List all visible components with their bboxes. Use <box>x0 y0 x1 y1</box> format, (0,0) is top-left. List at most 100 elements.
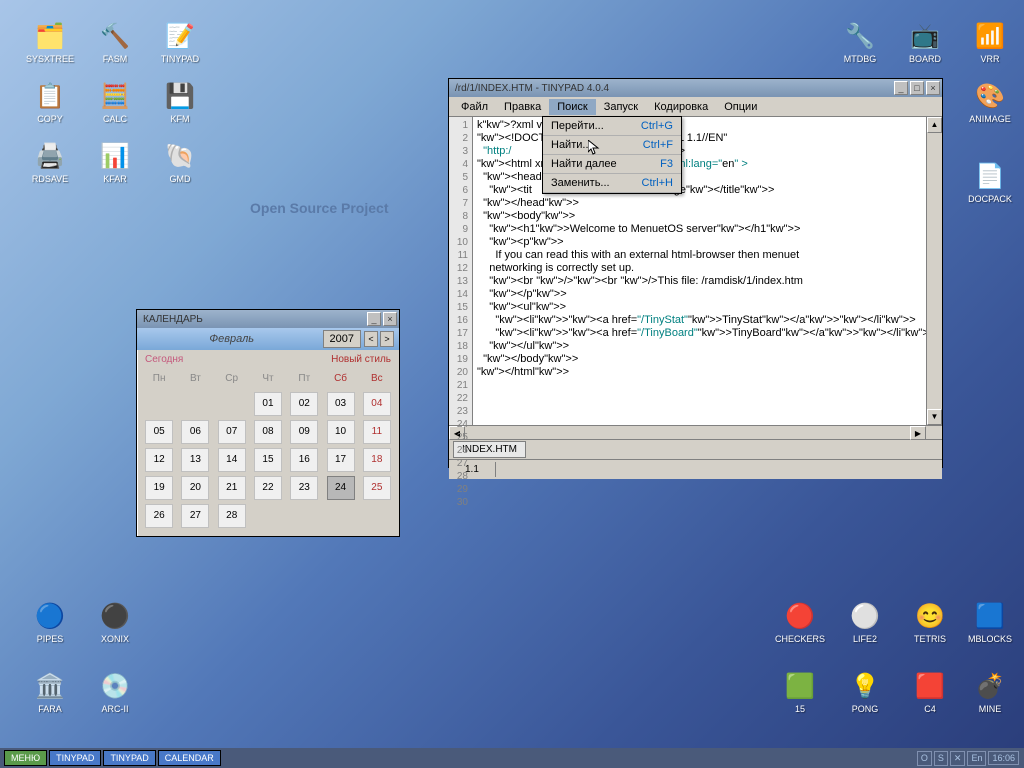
desktop-icon-rdsave[interactable]: 🖨️RDSAVE <box>20 140 80 184</box>
icon-label: FASM <box>85 54 145 64</box>
calendar-day[interactable]: 25 <box>363 476 391 500</box>
desktop-icon-sysxtree[interactable]: 🗂️SYSXTREE <box>20 20 80 64</box>
calendar-day[interactable]: 21 <box>218 476 246 500</box>
taskbar-clock[interactable]: 16:06 <box>988 751 1019 765</box>
today-label[interactable]: Сегодня <box>145 354 183 365</box>
tray-item[interactable]: S <box>934 751 948 766</box>
calendar-day[interactable]: 20 <box>181 476 209 500</box>
desktop-icon-pong[interactable]: 💡PONG <box>835 670 895 714</box>
desktop-icon-pipes[interactable]: 🔵PIPES <box>20 600 80 644</box>
calendar-day[interactable]: 17 <box>327 448 355 472</box>
menu-кодировка[interactable]: Кодировка <box>646 99 716 115</box>
calendar-day[interactable]: 11 <box>363 420 391 444</box>
next-button[interactable]: > <box>380 331 394 347</box>
taskbar-task-tinypad[interactable]: TINYPAD <box>103 750 155 766</box>
desktop-icon-xonix[interactable]: ⚫XONIX <box>85 600 145 644</box>
year-label[interactable]: 2007 <box>323 330 361 348</box>
calendar-day[interactable]: 23 <box>290 476 318 500</box>
close-button[interactable]: × <box>926 81 940 95</box>
calendar-day[interactable]: 05 <box>145 420 173 444</box>
prev-button[interactable]: < <box>364 331 378 347</box>
menu-файл[interactable]: Файл <box>453 99 496 115</box>
calendar-day[interactable]: 03 <box>327 392 355 416</box>
desktop-icon-fasm[interactable]: 🔨 FASM <box>85 20 145 64</box>
calendar-day[interactable]: 12 <box>145 448 173 472</box>
calendar-day[interactable]: 02 <box>290 392 318 416</box>
desktop-icon-copy[interactable]: 📋COPY <box>20 80 80 124</box>
maximize-button[interactable]: □ <box>910 81 924 95</box>
app-icon: 🔴 <box>784 600 816 632</box>
menu-запуск[interactable]: Запуск <box>596 99 646 115</box>
desktop-icon-kfar[interactable]: 📊KFAR <box>85 140 145 184</box>
calendar-day[interactable]: 26 <box>145 504 173 528</box>
app-icon: 🔨 <box>99 20 131 52</box>
dropdown-item[interactable]: Заменить...Ctrl+H <box>543 174 681 193</box>
desktop-icon-animage[interactable]: 🎨ANIMAGE <box>960 80 1020 124</box>
desktop-icon-docpack[interactable]: 📄DOCPACK <box>960 160 1020 204</box>
desktop-icon-vrr[interactable]: 📶VRR <box>960 20 1020 64</box>
tray-item[interactable]: ✕ <box>950 751 966 766</box>
calendar-titlebar[interactable]: КАЛЕНДАРЬ _ × <box>137 310 399 328</box>
calendar-day[interactable]: 14 <box>218 448 246 472</box>
desktop-icon-tetris[interactable]: 😊TETRIS <box>900 600 960 644</box>
style-label[interactable]: Новый стиль <box>331 354 391 365</box>
calendar-day[interactable]: 15 <box>254 448 282 472</box>
calendar-window: КАЛЕНДАРЬ _ × Февраль 2007 < > Сегодня Н… <box>136 309 400 537</box>
dropdown-item[interactable]: Найти далееF3 <box>543 155 681 174</box>
calendar-day[interactable]: 18 <box>363 448 391 472</box>
calendar-day[interactable]: 27 <box>181 504 209 528</box>
dropdown-item[interactable]: Перейти...Ctrl+G <box>543 117 681 136</box>
desktop-icon-mtdbg[interactable]: 🔧MTDBG <box>830 20 890 64</box>
code-editor[interactable]: k"kw">?xml ver 8"?>"kw"><!DOCTYPE XHTML … <box>473 117 926 425</box>
calendar-day[interactable]: 19 <box>145 476 173 500</box>
start-menu-button[interactable]: МЕНЮ <box>4 750 47 766</box>
line-number: 12 <box>449 262 468 275</box>
desktop-icon-life2[interactable]: ⚪LIFE2 <box>835 600 895 644</box>
desktop-icon-gmd[interactable]: 🐚GMD <box>150 140 210 184</box>
menu-правка[interactable]: Правка <box>496 99 549 115</box>
calendar-day[interactable]: 07 <box>218 420 246 444</box>
desktop-icon-checkers[interactable]: 🔴CHECKERS <box>770 600 830 644</box>
calendar-empty <box>181 392 209 416</box>
desktop-icon-calc[interactable]: 🧮CALC <box>85 80 145 124</box>
desktop-icon-tinypad[interactable]: 📝TINYPAD <box>150 20 210 64</box>
menu-опции[interactable]: Опции <box>716 99 765 115</box>
calendar-day[interactable]: 24 <box>327 476 355 500</box>
calendar-day[interactable]: 10 <box>327 420 355 444</box>
desktop-icon-board[interactable]: 📺BOARD <box>895 20 955 64</box>
calendar-day[interactable]: 04 <box>363 392 391 416</box>
calendar-day[interactable]: 08 <box>254 420 282 444</box>
tray-item[interactable]: En <box>967 751 986 766</box>
calendar-subheader: Сегодня Новый стиль <box>137 350 399 369</box>
close-button[interactable]: × <box>383 312 397 326</box>
search-dropdown: Перейти...Ctrl+GНайти...Ctrl+FНайти дале… <box>542 116 682 194</box>
desktop-icon-fara[interactable]: 🏛️FARA <box>20 670 80 714</box>
app-icon: 🟥 <box>914 670 946 702</box>
menu-поиск[interactable]: Поиск <box>549 99 595 115</box>
calendar-day[interactable]: 01 <box>254 392 282 416</box>
calendar-day[interactable]: 16 <box>290 448 318 472</box>
desktop-icon-mine[interactable]: 💣MINE <box>960 670 1020 714</box>
dropdown-item[interactable]: Найти...Ctrl+F <box>543 136 681 155</box>
calendar-day[interactable]: 28 <box>218 504 246 528</box>
calendar-day[interactable]: 06 <box>181 420 209 444</box>
taskbar-task-tinypad[interactable]: TINYPAD <box>49 750 101 766</box>
desktop-icon-c4[interactable]: 🟥C4 <box>900 670 960 714</box>
tray-item[interactable]: O <box>917 751 932 766</box>
calendar-day[interactable]: 22 <box>254 476 282 500</box>
calendar-header: Февраль 2007 < > <box>137 328 399 350</box>
scroll-right-button[interactable]: ▶ <box>910 426 926 440</box>
vertical-scrollbar[interactable]: ▲ ▼ <box>926 117 942 425</box>
desktop-icon-arc-ii[interactable]: 💿ARC-II <box>85 670 145 714</box>
desktop-icon-15[interactable]: 🟩15 <box>770 670 830 714</box>
desktop-icon-kfm[interactable]: 💾KFM <box>150 80 210 124</box>
scroll-down-button[interactable]: ▼ <box>927 409 942 425</box>
minimize-button[interactable]: _ <box>894 81 908 95</box>
minimize-button[interactable]: _ <box>367 312 381 326</box>
calendar-day[interactable]: 13 <box>181 448 209 472</box>
taskbar-task-calendar[interactable]: CALENDAR <box>158 750 221 766</box>
desktop-icon-mblocks[interactable]: 🟦MBLOCKS <box>960 600 1020 644</box>
tinypad-titlebar[interactable]: /rd/1/INDEX.HTM - TINYPAD 4.0.4 _ □ × <box>449 79 942 97</box>
scroll-up-button[interactable]: ▲ <box>927 117 942 133</box>
calendar-day[interactable]: 09 <box>290 420 318 444</box>
